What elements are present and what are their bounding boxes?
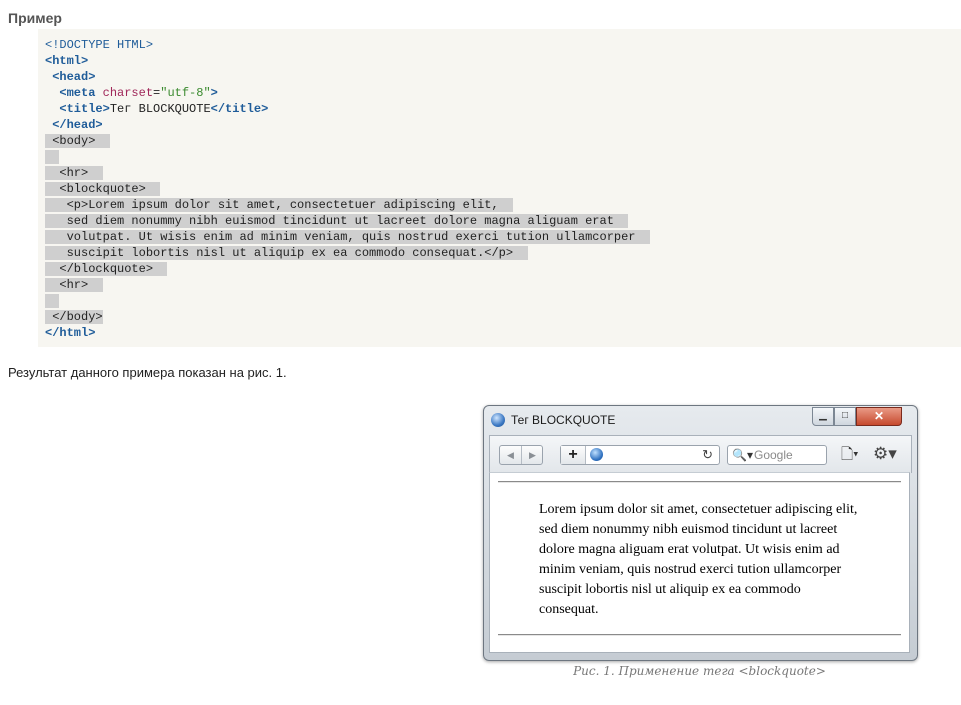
firefox-icon <box>491 413 505 427</box>
search-box[interactable]: 🔍▾ Google <box>727 445 827 465</box>
forward-button[interactable]: ▶ <box>522 446 543 464</box>
tag-head-open: <head> <box>52 70 96 84</box>
code-line: </blockquote> <box>45 261 650 277</box>
horizontal-rule <box>498 481 901 483</box>
code-line: </head> <box>45 117 650 133</box>
code-line: <!DOCTYPE HTML> <box>45 37 650 53</box>
code-line: <hr> <box>45 165 650 181</box>
code-line: </html> <box>45 325 650 341</box>
code-text: suscipit lobortis nisl ut aliquip ex ea … <box>66 246 485 260</box>
code-line: <head> <box>45 69 650 85</box>
search-placeholder: Google <box>754 448 793 462</box>
code-line: sed diem nonummy nibh euismod tincidunt … <box>45 213 650 229</box>
search-icon[interactable]: 🔍▾ <box>732 447 753 463</box>
window-title: Тег BLOCKQUOTE <box>511 413 616 427</box>
tag-p-open: <p> <box>66 198 89 212</box>
code-line: </body> <box>45 309 650 325</box>
code-line: <meta charset="utf-8"> <box>45 85 650 101</box>
tag-html-open: <html> <box>45 54 89 68</box>
code-line <box>45 293 650 309</box>
tag-body-close: </body> <box>52 310 103 324</box>
tag-blockquote-open: <blockquote> <box>59 182 146 196</box>
add-bookmark-button[interactable]: + <box>561 446 586 464</box>
code-line: <hr> <box>45 277 650 293</box>
doctype: <!DOCTYPE HTML> <box>45 38 154 52</box>
code-line: suscipit lobortis nisl ut aliquip ex ea … <box>45 245 650 261</box>
browser-content: Lorem ipsum dolor sit amet, consectetuer… <box>489 472 910 653</box>
tag-hr: <hr> <box>59 278 89 292</box>
gear-icon[interactable]: ⚙▾ <box>873 444 897 464</box>
code-text: Lorem ipsum dolor sit amet, consectetuer… <box>88 198 499 212</box>
code-line: <title>Тег BLOCKQUOTE</title> <box>45 101 650 117</box>
title-bar[interactable]: Тег BLOCKQUOTE ▁ □ ✕ <box>484 406 917 434</box>
attr-charset: charset <box>102 86 154 100</box>
attr-value: "utf-8" <box>160 86 211 100</box>
maximize-button[interactable]: □ <box>834 407 856 426</box>
browser-window: Тег BLOCKQUOTE ▁ □ ✕ ◀ ▶ + ↻ 🔍▾ Google 🗋… <box>483 405 918 661</box>
close-button[interactable]: ✕ <box>856 407 902 426</box>
tag-p-close: </p> <box>484 246 514 260</box>
tag-html-close: </html> <box>45 326 96 340</box>
tag-head-close: </head> <box>52 118 103 132</box>
code-listing: <!DOCTYPE HTML> <html> <head> <meta chars… <box>45 37 650 341</box>
code-line: <p>Lorem ipsum dolor sit amet, consectet… <box>45 197 650 213</box>
tag-hr: <hr> <box>59 166 89 180</box>
tag-body-open: <body> <box>52 134 96 148</box>
minimize-button[interactable]: ▁ <box>812 407 834 426</box>
code-line: volutpat. Ut wisis enim ad minim veniam,… <box>45 229 650 245</box>
back-forward-group: ◀ ▶ <box>499 445 543 465</box>
blockquote-text: Lorem ipsum dolor sit amet, consectetuer… <box>539 502 858 617</box>
horizontal-rule <box>498 634 901 636</box>
tag-title-close: </title> <box>210 102 269 116</box>
code-text: sed diem nonummy nibh euismod tincidunt … <box>66 214 614 228</box>
section-heading: Пример <box>8 10 62 26</box>
tag-meta: <meta <box>59 86 103 100</box>
code-line: <body> <box>45 133 650 149</box>
title-text: Тег BLOCKQUOTE <box>109 102 211 116</box>
code-text: volutpat. Ut wisis enim ad minim veniam,… <box>66 230 636 244</box>
tag-blockquote-close: </blockquote> <box>59 262 154 276</box>
globe-icon <box>590 448 603 461</box>
tag-meta-close: > <box>210 86 218 100</box>
navigation-toolbar: ◀ ▶ + ↻ 🔍▾ Google 🗋▾ ⚙▾ <box>489 435 912 473</box>
code-line: <blockquote> <box>45 181 650 197</box>
code-line <box>45 149 650 165</box>
page-menu-icon[interactable]: 🗋▾ <box>841 445 859 465</box>
reload-icon[interactable]: ↻ <box>702 446 713 464</box>
back-button[interactable]: ◀ <box>500 446 522 464</box>
result-description: Результат данного примера показан на рис… <box>8 365 287 380</box>
address-bar[interactable]: + ↻ <box>560 445 720 465</box>
code-example: <!DOCTYPE HTML> <html> <head> <meta chars… <box>38 29 961 347</box>
tag-title-open: <title> <box>59 102 110 116</box>
figure-caption: Рис. 1. Применение тега <blockquote> <box>573 664 826 678</box>
code-line: <html> <box>45 53 650 69</box>
